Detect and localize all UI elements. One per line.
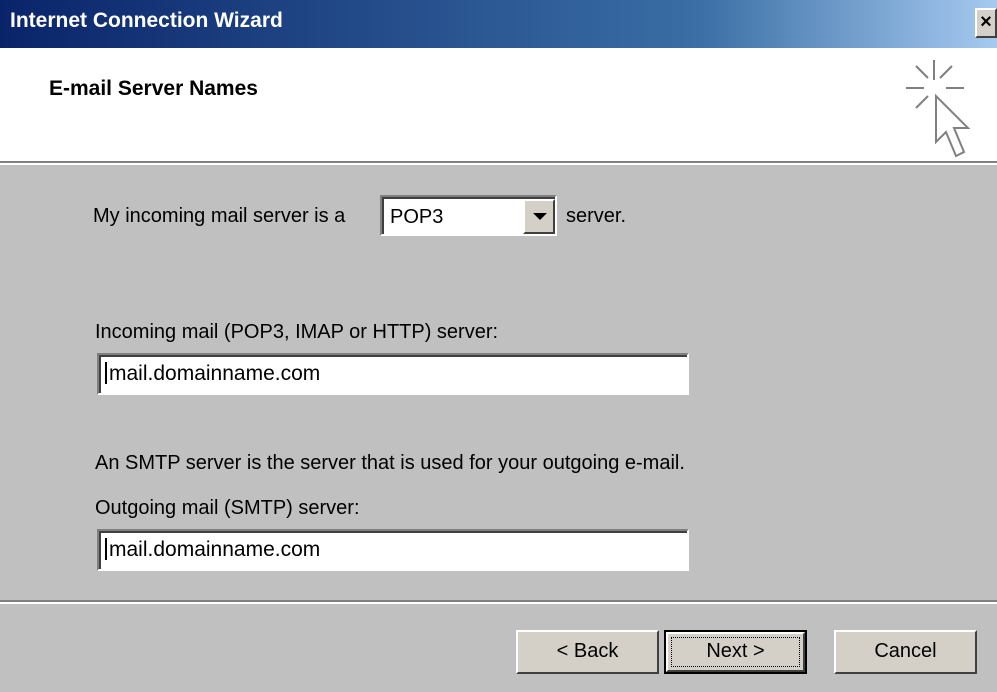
- incoming-server-field[interactable]: mail.domainname.com: [97, 353, 689, 395]
- back-button-label: < Back: [556, 640, 619, 662]
- wizard-cursor-sparkle-icon: [906, 60, 971, 158]
- outgoing-server-value: mail.domainname.com: [109, 538, 321, 561]
- header-divider: [0, 163, 997, 165]
- next-button[interactable]: Next >: [664, 630, 807, 674]
- outgoing-server-label: Outgoing mail (SMTP) server:: [95, 497, 360, 519]
- cancel-button-label: Cancel: [874, 640, 937, 662]
- wizard-header: E-mail Server Names: [0, 48, 997, 163]
- incoming-server-type-select[interactable]: POP3: [380, 195, 557, 236]
- outgoing-server-field[interactable]: mail.domainname.com: [97, 529, 689, 571]
- text-cursor: [105, 538, 107, 560]
- incoming-server-value: mail.domainname.com: [109, 362, 321, 385]
- close-button[interactable]: ×: [975, 8, 997, 38]
- button-separator: [0, 600, 997, 604]
- back-button[interactable]: < Back: [516, 630, 659, 674]
- incoming-type-suffix: server.: [566, 205, 627, 227]
- text-cursor: [105, 362, 107, 384]
- incoming-type-label: My incoming mail server is a: [93, 205, 346, 227]
- next-button-label: Next >: [706, 640, 765, 662]
- incoming-server-label: Incoming mail (POP3, IMAP or HTTP) serve…: [95, 321, 499, 343]
- cancel-button[interactable]: Cancel: [834, 630, 977, 674]
- title-bar: Internet Connection Wizard ×: [0, 0, 997, 48]
- window-title: Internet Connection Wizard: [10, 9, 283, 32]
- incoming-server-type-value: POP3: [390, 206, 444, 228]
- page-title: E-mail Server Names: [49, 77, 258, 100]
- smtp-description: An SMTP server is the server that is use…: [95, 452, 685, 474]
- chevron-down-icon[interactable]: [523, 199, 555, 234]
